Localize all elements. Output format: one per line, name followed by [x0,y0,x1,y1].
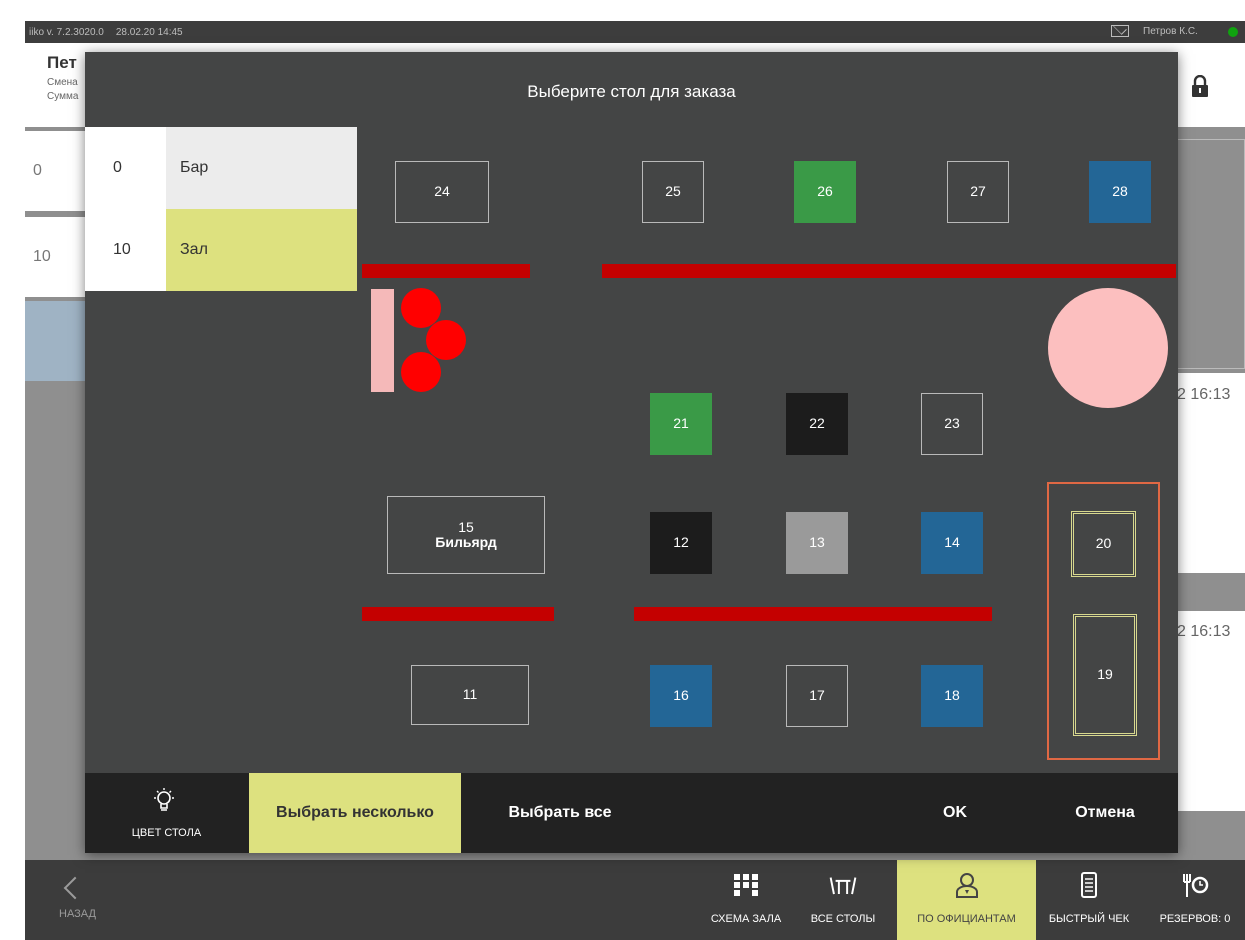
nav-label: ВСЕ СТОЛЫ [810,913,876,925]
table-17[interactable]: 17 [786,665,848,727]
grid-icon [734,874,758,896]
lightbulb-icon [154,788,174,811]
bottom-navigation: НАЗАД СХЕМА ЗАЛА ВСЕ СТОЛЫ ПО ОФИЦИАНТАМ [25,860,1245,940]
table-19[interactable]: 19 [1073,614,1137,736]
side-cell: 10 [25,217,85,297]
table-26[interactable]: 26 [794,161,856,223]
dialog-title: Выберите стол для заказа [527,82,736,101]
select-all-button[interactable]: Выбрать все [465,773,655,853]
scroll-up-icon[interactable] [25,301,85,381]
select-several-button[interactable]: Выбрать несколько [249,773,461,853]
hall-name: Бар [166,127,357,209]
table-select-dialog: Выберите стол для заказа 0 Бар 10 Зал 24… [85,52,1178,853]
table-color-button[interactable]: ЦВЕТ СТОЛА [85,773,248,853]
table-name: Бильярд [435,534,497,550]
order-card [1175,611,1245,811]
bar-stool [426,320,466,360]
back-button[interactable]: НАЗАД [59,874,99,934]
table-icon [829,877,857,895]
table-27[interactable]: 27 [947,161,1009,223]
hall-item-bar[interactable]: 0 Бар [85,127,357,209]
table-21[interactable]: 21 [650,393,712,455]
cancel-button[interactable]: Отмена [1035,773,1175,853]
chevron-left-icon [63,876,87,900]
version-label: iiko v. 7.2.3020.0 [29,26,104,38]
top-status-bar: iiko v. 7.2.3020.0 28.02.20 14:45 Петров… [25,21,1245,43]
wall [634,607,992,621]
sum-label: Сумма [47,91,79,102]
order-time: 2 16:13 [1177,623,1231,640]
receipt-icon [1081,872,1097,898]
table-16[interactable]: 16 [650,665,712,727]
back-label: НАЗАД [59,908,96,920]
mail-icon[interactable] [1111,25,1129,37]
nav-all-tables[interactable]: ВСЕ СТОЛЫ [807,860,879,940]
hall-count: 10 [85,209,166,291]
ok-button[interactable]: OK [885,773,1025,853]
table-24[interactable]: 24 [395,161,489,223]
reserve-icon [1183,874,1209,897]
waiter-icon [955,873,978,898]
order-time: 2 16:13 [1177,386,1231,403]
table-11[interactable]: 11 [411,665,529,725]
wall [362,264,530,278]
wall [602,264,1176,278]
table-12[interactable]: 12 [650,512,712,574]
nav-label: СХЕМА ЗАЛА [710,913,782,925]
nav-hall-scheme[interactable]: СХЕМА ЗАЛА [705,860,787,940]
nav-label: БЫСТРЫЙ ЧЕК [1048,913,1130,925]
table-15[interactable]: 15 Бильярд [387,496,545,574]
dialog-footer: ЦВЕТ СТОЛА Выбрать несколько Выбрать все… [85,773,1178,853]
datetime-label: 28.02.20 14:45 [115,26,183,38]
nav-by-waiters[interactable]: ПО ОФИЦИАНТАМ [897,860,1036,940]
side-cell: 0 [25,131,85,211]
table-25[interactable]: 25 [642,161,704,223]
status-indicator-icon [1228,27,1238,37]
table-color-label: ЦВЕТ СТОЛА [131,827,202,839]
table-18[interactable]: 18 [921,665,983,727]
nav-reservations[interactable]: РЕЗЕРВОВ: 0 [1145,860,1245,940]
nav-quick-check[interactable]: БЫСТРЫЙ ЧЕК [1039,860,1139,940]
decor-circle [1048,288,1168,408]
bar-stool [401,352,441,392]
nav-label: ПО ОФИЦИАНТАМ [917,913,1016,925]
right-panel [1175,139,1245,369]
table-22[interactable]: 22 [786,393,848,455]
table-14[interactable]: 14 [921,512,983,574]
hall-count: 0 [85,127,166,209]
nav-label: РЕЗЕРВОВ: 0 [1159,913,1231,925]
lock-icon[interactable] [1191,75,1209,97]
table-13[interactable]: 13 [786,512,848,574]
table-number: 15 [458,518,474,535]
table-20[interactable]: 20 [1071,511,1136,577]
bar-counter [371,289,394,392]
hall-item-zal[interactable]: 10 Зал [85,209,357,291]
user-name: Петров К.С. [1143,26,1198,37]
table-28[interactable]: 28 [1089,161,1151,223]
wall [362,607,554,621]
table-23[interactable]: 23 [921,393,983,455]
shift-label: Смена [47,77,78,88]
waiter-name: Пет [47,53,77,72]
hall-name: Зал [166,209,357,291]
